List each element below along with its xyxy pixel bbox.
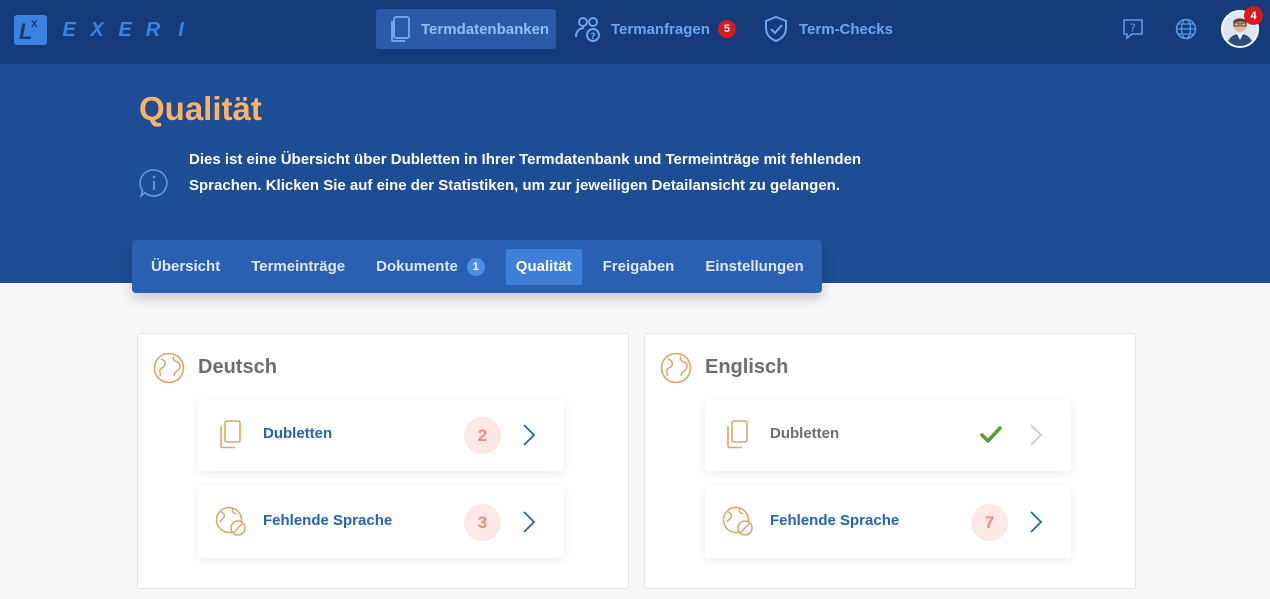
language-card-englisch: Englisch Dubletten Fehlende Sprache 7 <box>644 333 1136 589</box>
dubletten-row: Dubletten <box>705 399 1071 471</box>
logo-mark-icon: L x <box>14 15 47 45</box>
nav-termdatenbanken[interactable]: Termdatenbanken <box>376 9 556 49</box>
chevron-right-icon <box>523 511 536 533</box>
dubletten-row[interactable]: Dubletten 2 <box>198 399 564 471</box>
logo-wordmark: E X E R I <box>62 18 184 41</box>
card-title: Englisch <box>705 356 789 378</box>
chevron-right-icon <box>523 424 536 446</box>
page-title: Qualität <box>139 90 262 127</box>
dubletten-label: Dubletten <box>770 425 840 442</box>
chevron-right-icon <box>1030 511 1043 533</box>
termanfragen-count-badge: 5 <box>717 20 736 38</box>
duplicate-documents-icon <box>727 420 748 449</box>
users-question-icon: ? <box>575 17 600 42</box>
svg-text:?: ? <box>591 32 596 42</box>
language-globe-icon[interactable] <box>1174 17 1198 41</box>
fehlende-sprache-row[interactable]: Fehlende Sprache 7 <box>705 486 1071 558</box>
globe-no-language-icon <box>722 506 753 536</box>
document-stack-icon <box>391 16 410 42</box>
dubletten-count-badge: 2 <box>464 417 501 454</box>
nav-term-checks-label: Term-Checks <box>799 20 893 38</box>
nav-termanfragen-label: Termanfragen <box>611 20 710 38</box>
tab-termeintraege[interactable]: Termeinträge <box>241 249 355 285</box>
globe-icon <box>660 352 692 384</box>
fehlende-sprache-count-badge: 3 <box>464 504 501 541</box>
tab-einstellungen[interactable]: Einstellungen <box>695 249 813 285</box>
fehlende-sprache-label: Fehlende Sprache <box>770 512 900 529</box>
notification-count-badge: 4 <box>1244 6 1263 25</box>
chevron-right-icon <box>1030 424 1043 446</box>
svg-text:?: ? <box>1130 22 1136 35</box>
fehlende-sprache-label: Fehlende Sprache <box>263 512 393 529</box>
nav-term-checks[interactable]: Term-Checks <box>762 9 893 49</box>
card-title: Deutsch <box>198 356 277 378</box>
dubletten-label: Dubletten <box>263 425 333 442</box>
info-description: Dies ist eine Übersicht über Dubletten i… <box>189 151 862 194</box>
shield-check-icon <box>765 15 787 43</box>
fehlende-sprache-count-badge: 7 <box>971 504 1008 541</box>
tab-freigaben[interactable]: Freigaben <box>593 249 685 285</box>
fehlende-sprache-row[interactable]: Fehlende Sprache 3 <box>198 486 564 558</box>
top-navigation-bar: L x E X E R I Termdatenbanken ? Termanfr… <box>0 0 1270 64</box>
help-icon[interactable]: ? <box>1121 17 1145 41</box>
duplicate-documents-icon <box>220 420 241 449</box>
nav-termanfragen[interactable]: ? Termanfragen 5 <box>574 9 736 49</box>
tab-dokumente[interactable]: Dokumente 1 <box>366 249 495 285</box>
language-card-deutsch: Deutsch Dubletten 2 Fehlende Sprache 3 <box>137 333 629 589</box>
check-icon <box>980 426 1002 443</box>
dokumente-count-badge: 1 <box>466 257 485 276</box>
info-icon <box>139 169 168 199</box>
lexeri-logo[interactable]: L x E X E R I <box>14 14 195 46</box>
tab-qualitaet[interactable]: Qualität <box>505 248 582 285</box>
database-tabs: Übersicht Termeinträge Dokumente 1 Qualit… <box>132 240 822 293</box>
globe-icon <box>153 352 185 384</box>
globe-no-language-icon <box>215 506 246 536</box>
tab-uebersicht[interactable]: Übersicht <box>141 249 230 285</box>
nav-termdatenbanken-label: Termdatenbanken <box>421 20 550 38</box>
